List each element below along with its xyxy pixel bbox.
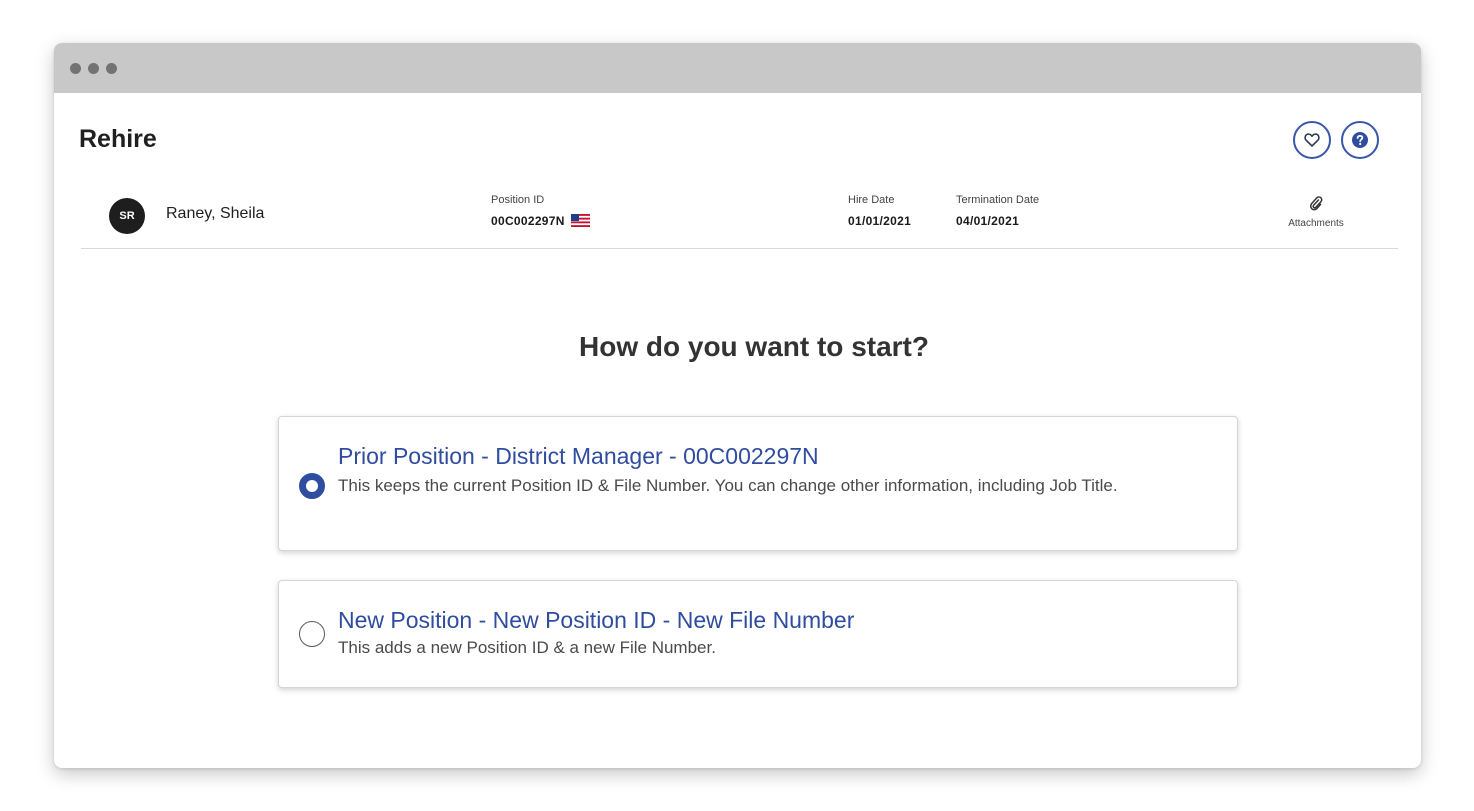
- attachments-label: Attachments: [1288, 218, 1344, 229]
- hire-date-value: 01/01/2021: [848, 214, 912, 228]
- window-dot-icon: [70, 63, 81, 74]
- question-icon: [1352, 132, 1368, 148]
- hire-date-label: Hire Date: [848, 194, 895, 206]
- position-id-value-wrap: 00C002297N: [491, 214, 591, 228]
- favorite-button[interactable]: [1293, 121, 1331, 159]
- radio-selected-icon[interactable]: [299, 473, 325, 499]
- page-title: Rehire: [79, 125, 157, 153]
- employee-name: Raney, Sheila: [166, 205, 265, 222]
- help-button[interactable]: [1341, 121, 1379, 159]
- termination-date-label: Termination Date: [956, 194, 1040, 206]
- window-dot-icon: [88, 63, 99, 74]
- option-title: New Position - New Position ID - New Fil…: [338, 607, 855, 633]
- attachments-button[interactable]: Attachments: [1276, 195, 1356, 229]
- option-title: Prior Position - District Manager - 00C0…: [338, 443, 819, 469]
- employee-info-bar: SR Raney, Sheila Position ID 00C002297N …: [81, 183, 1398, 249]
- option-description: This adds a new Position ID & a new File…: [338, 638, 716, 657]
- heart-icon: [1304, 133, 1320, 147]
- termination-date-value: 04/01/2021: [956, 214, 1020, 228]
- paperclip-icon: [1309, 196, 1323, 211]
- app-window: Rehire SR Raney, Sheila Position ID 00C0…: [54, 43, 1421, 768]
- position-id-value: 00C002297N: [491, 214, 565, 228]
- us-flag-icon: [571, 214, 591, 227]
- position-id-label: Position ID: [491, 194, 545, 206]
- window-titlebar: [54, 43, 1421, 93]
- option-prior-position[interactable]: Prior Position - District Manager - 00C0…: [278, 416, 1238, 551]
- radio-unselected-icon[interactable]: [299, 621, 325, 647]
- avatar: SR: [109, 198, 145, 234]
- window-dot-icon: [106, 63, 117, 74]
- option-description: This keeps the current Position ID & Fil…: [338, 476, 1118, 495]
- option-new-position[interactable]: New Position - New Position ID - New Fil…: [278, 580, 1238, 688]
- start-question-heading: How do you want to start?: [579, 331, 929, 362]
